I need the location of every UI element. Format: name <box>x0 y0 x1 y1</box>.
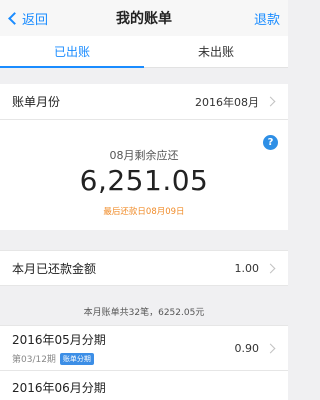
installment-title: 2016年05月分期 <box>12 333 106 347</box>
refund-button[interactable]: 退款 <box>254 9 280 28</box>
installment-tag: 账单分期 <box>59 352 94 365</box>
bill-tabs: 已出账 未出账 <box>0 36 288 68</box>
bill-summary: ? 08月剩余应还 6,251.05 最后还款日08月09日 <box>0 120 288 230</box>
due-amount: 6,251.05 <box>79 164 209 197</box>
bill-month-label: 账单月份 <box>12 95 61 109</box>
bill-month-value: 2016年08月 <box>195 95 259 109</box>
paid-label: 本月已还款金额 <box>12 261 97 276</box>
bill-count-text: 本月账单共32笔，6252.05元 <box>83 307 205 318</box>
nav-bar: 返回 我的账单 退款 <box>0 0 288 36</box>
back-label: 返回 <box>22 12 49 28</box>
due-label: 08月剩余应还 <box>109 149 179 162</box>
paid-amount-row[interactable]: 本月已还款金额 1.00 <box>0 250 288 286</box>
tab-unbilled[interactable]: 未出账 <box>144 36 288 67</box>
chevron-right-icon <box>265 96 276 107</box>
installment-row[interactable]: 2016年06月分期 <box>0 371 288 400</box>
chevron-left-icon <box>8 11 21 25</box>
installment-row[interactable]: 2016年05月分期 第03/12期 账单分期 0.90 <box>0 325 288 371</box>
tab-billed[interactable]: 已出账 <box>0 36 144 68</box>
chevron-right-icon <box>265 263 276 273</box>
chevron-right-icon <box>265 343 276 353</box>
due-date: 最后还款日08月09日 <box>103 207 185 217</box>
paid-value: 1.00 <box>234 261 260 275</box>
back-button[interactable]: 返回 <box>8 9 48 28</box>
installment-title: 2016年06月分期 <box>12 381 106 395</box>
installment-period: 第03/12期 <box>12 355 56 365</box>
bill-month-row[interactable]: 账单月份 2016年08月 <box>0 84 288 120</box>
installment-amount: 0.90 <box>234 341 260 355</box>
